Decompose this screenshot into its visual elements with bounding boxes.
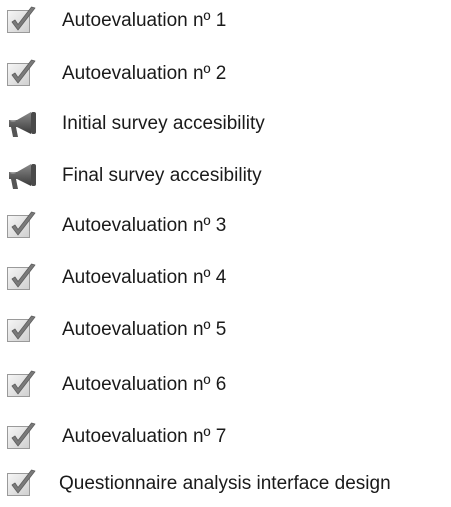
megaphone-icon	[4, 158, 40, 194]
quiz-check-icon	[4, 367, 40, 403]
activity-label[interactable]: Autoevaluation nº 1	[62, 8, 226, 34]
activity-label[interactable]: Initial survey accesibility	[62, 111, 265, 137]
activity-item-autoevaluation-4[interactable]: Autoevaluation nº 4	[0, 259, 451, 301]
megaphone-icon	[4, 106, 40, 142]
activity-label[interactable]: Autoevaluation nº 2	[62, 61, 226, 87]
activity-label[interactable]: Questionnaire analysis interface design	[59, 471, 391, 497]
quiz-check-icon	[4, 208, 40, 244]
activity-item-questionnaire-analysis[interactable]: Questionnaire analysis interface design	[0, 465, 451, 507]
activity-item-autoevaluation-7[interactable]: Autoevaluation nº 7	[0, 418, 451, 460]
activity-list: Autoevaluation nº 1 Autoevaluation nº 2 …	[0, 0, 451, 507]
activity-item-autoevaluation-1[interactable]: Autoevaluation nº 1	[0, 2, 451, 44]
quiz-check-icon	[4, 312, 40, 348]
activity-label[interactable]: Final survey accesibility	[62, 163, 262, 189]
activity-item-autoevaluation-2[interactable]: Autoevaluation nº 2	[0, 55, 451, 97]
quiz-check-icon	[4, 56, 40, 92]
activity-label[interactable]: Autoevaluation nº 5	[62, 317, 226, 343]
activity-item-autoevaluation-3[interactable]: Autoevaluation nº 3	[0, 207, 451, 249]
activity-item-autoevaluation-6[interactable]: Autoevaluation nº 6	[0, 366, 451, 408]
activity-label[interactable]: Autoevaluation nº 4	[62, 265, 226, 291]
activity-item-autoevaluation-5[interactable]: Autoevaluation nº 5	[0, 311, 451, 353]
activity-label[interactable]: Autoevaluation nº 3	[62, 213, 226, 239]
activity-label[interactable]: Autoevaluation nº 7	[62, 424, 226, 450]
activity-item-final-survey[interactable]: Final survey accesibility	[0, 157, 451, 199]
activity-item-initial-survey[interactable]: Initial survey accesibility	[0, 105, 451, 147]
quiz-check-icon	[4, 260, 40, 296]
activity-label[interactable]: Autoevaluation nº 6	[62, 372, 226, 398]
quiz-check-icon	[4, 466, 40, 502]
quiz-check-icon	[4, 3, 40, 39]
quiz-check-icon	[4, 419, 40, 455]
